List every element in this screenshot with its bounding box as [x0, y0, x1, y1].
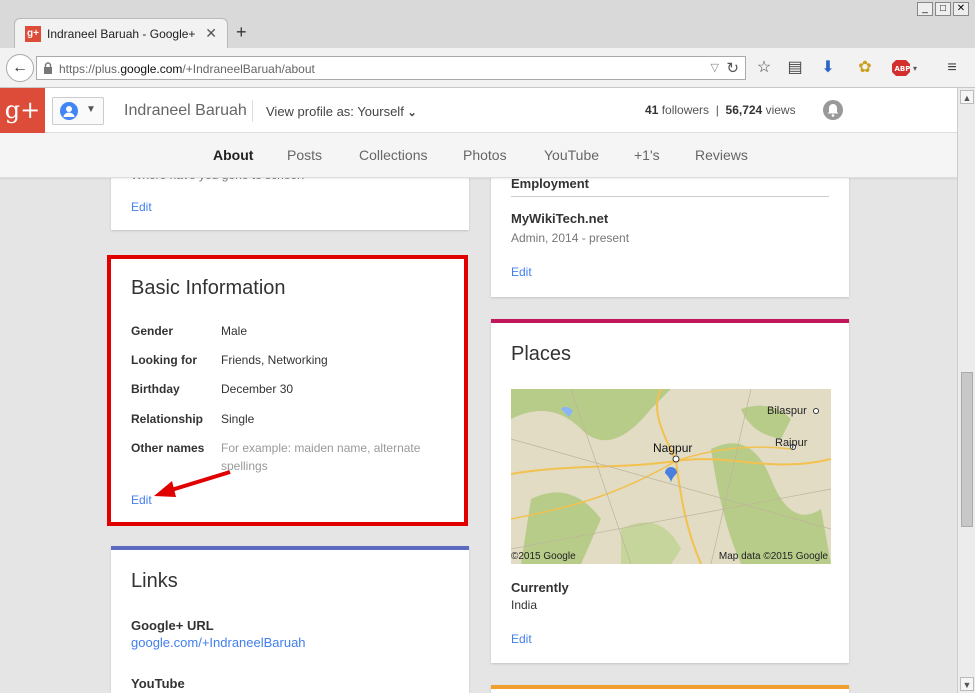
employment-role: Admin, 2014 - present — [511, 231, 630, 245]
currently-label: Currently — [511, 580, 569, 595]
window-controls: _ □ ✕ — [917, 2, 969, 16]
gplus-favicon-icon: g+ — [25, 26, 41, 42]
svg-text:ABP: ABP — [895, 65, 911, 73]
browser-navbar: ← https://plus.google.com/+IndraneelBaru… — [0, 48, 975, 88]
download-icon[interactable]: ⬇ — [818, 58, 838, 78]
education-edit-link[interactable]: Edit — [131, 200, 152, 214]
tab-reviews[interactable]: Reviews — [695, 147, 748, 163]
map-label-raipur: Raipur — [775, 437, 808, 449]
currently-value: India — [511, 598, 538, 612]
places-title: Places — [511, 343, 572, 365]
employment-label: Employment — [511, 176, 590, 191]
links-title: Links — [131, 570, 178, 592]
next-card — [491, 685, 849, 693]
tab-about[interactable]: About — [213, 147, 253, 163]
maximize-icon[interactable]: □ — [935, 2, 951, 16]
url-bar[interactable]: https://plus.google.com/+IndraneelBaruah… — [36, 56, 746, 80]
map-copyright-right: Map data ©2015 Google — [718, 551, 828, 562]
person-icon — [60, 102, 78, 120]
url-text: https://plus.google.com/+IndraneelBaruah… — [59, 62, 315, 76]
minimize-icon[interactable]: _ — [917, 2, 933, 16]
followers-views: 41 followers | 56,724 views — [645, 103, 796, 117]
gplus-url-link[interactable]: google.com/+IndraneelBaruah — [131, 635, 306, 650]
chevron-down-icon: ⌄ — [407, 107, 417, 119]
reading-list-icon[interactable]: ▤ — [785, 58, 805, 78]
tab-close-icon[interactable]: ✕ — [205, 25, 217, 42]
new-tab-icon[interactable]: + — [236, 22, 247, 43]
work-edit-link[interactable]: Edit — [511, 265, 532, 279]
profile-tabs: About Posts Collections Photos YouTube +… — [0, 133, 957, 178]
tab-plus-ones[interactable]: +1's — [634, 147, 660, 163]
svg-text:▾: ▾ — [913, 64, 917, 73]
map-label-bilaspur: Bilaspur — [767, 405, 807, 417]
lock-icon — [44, 62, 52, 74]
scroll-down-icon[interactable]: ▼ — [960, 677, 974, 691]
page-viewport: Where have you gone to school? Edit Basi… — [0, 88, 957, 693]
employer-name: MyWikiTech.net — [511, 211, 609, 226]
map-copyright-left: ©2015 Google — [511, 551, 576, 562]
scroll-up-icon[interactable]: ▲ — [960, 90, 974, 104]
map-label-nagpur: Nagpur — [653, 441, 693, 455]
chevron-down-icon: ▼ — [86, 104, 96, 115]
extension-icon[interactable]: ✿ — [855, 58, 875, 78]
menu-icon[interactable]: ≡ — [942, 58, 962, 78]
tab-youtube[interactable]: YouTube — [544, 147, 599, 163]
scroll-thumb[interactable] — [961, 372, 973, 527]
bookmark-star-icon[interactable]: ☆ — [754, 58, 774, 78]
places-card: Places Nagpur Bilaspur Raipur ©2015 Goog… — [491, 319, 849, 663]
links-card: Links Google+ URL google.com/+IndraneelB… — [111, 546, 469, 693]
notifications-bell-icon[interactable] — [823, 100, 843, 120]
browser-titlebar: g+ Indraneel Baruah - Google+ ✕ + _ □ ✕ — [0, 0, 975, 48]
page-scrollbar[interactable]: ▲ ▼ — [957, 88, 975, 693]
places-edit-link[interactable]: Edit — [511, 632, 532, 646]
gplus-header: g+ ▼ Indraneel Baruah View profile as: Y… — [0, 88, 957, 133]
gplus-logo[interactable]: g+ — [0, 88, 45, 133]
divider — [252, 100, 253, 122]
divider — [511, 196, 829, 197]
browser-tab[interactable]: g+ Indraneel Baruah - Google+ ✕ — [14, 18, 228, 48]
adblock-icon[interactable]: ABP ▾ — [892, 58, 922, 78]
account-switcher[interactable]: ▼ — [52, 97, 104, 125]
view-profile-as-dropdown[interactable]: View profile as: Yourself ⌄ — [266, 104, 417, 119]
close-window-icon[interactable]: ✕ — [953, 2, 969, 16]
tab-collections[interactable]: Collections — [359, 147, 427, 163]
gplus-url-label: Google+ URL — [131, 618, 214, 633]
tab-posts[interactable]: Posts — [287, 147, 322, 163]
reload-icon[interactable]: ↻ — [726, 59, 739, 77]
tab-photos[interactable]: Photos — [463, 147, 507, 163]
places-map[interactable]: Nagpur Bilaspur Raipur ©2015 Google Map … — [511, 389, 831, 564]
youtube-label: YouTube — [131, 676, 185, 691]
back-arrow-icon[interactable]: ← — [6, 54, 34, 82]
tab-title: Indraneel Baruah - Google+ — [47, 27, 196, 41]
annotation-arrow-icon — [154, 470, 231, 497]
profile-name[interactable]: Indraneel Baruah — [124, 102, 247, 120]
url-dropdown-icon[interactable]: ▽ — [711, 61, 719, 74]
